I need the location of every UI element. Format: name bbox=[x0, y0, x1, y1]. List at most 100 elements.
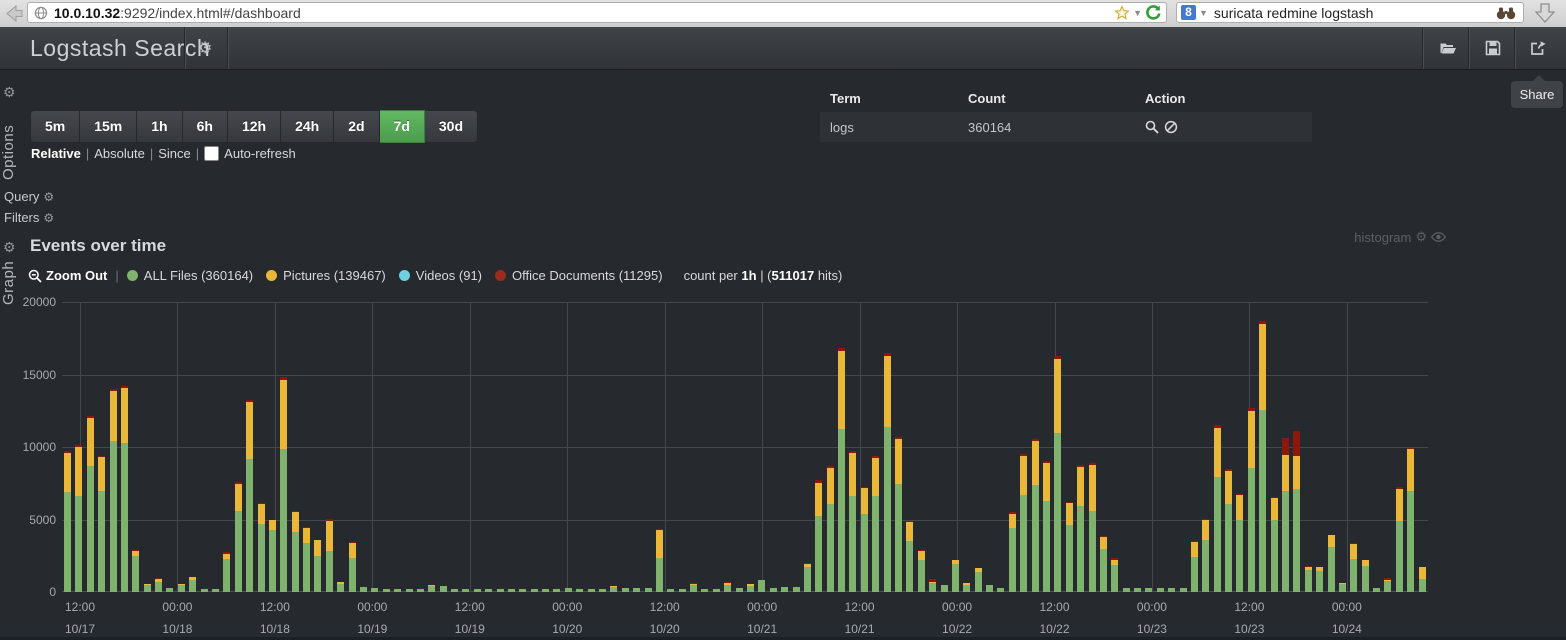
bar-segment-all-files[interactable] bbox=[1282, 491, 1289, 593]
bar-segment-all-files[interactable] bbox=[371, 588, 378, 592]
bar-segment-all-files[interactable] bbox=[1145, 588, 1152, 592]
bar-segment-pictures[interactable] bbox=[246, 402, 253, 459]
bar-segment-office-documents[interactable] bbox=[872, 456, 879, 458]
bar-segment-pictures[interactable] bbox=[1396, 489, 1403, 521]
bar-segment-pictures[interactable] bbox=[1032, 441, 1039, 485]
bar-segment-all-files[interactable] bbox=[1111, 565, 1118, 592]
bar-segment-office-documents[interactable] bbox=[1111, 558, 1118, 559]
bar-segment-pictures[interactable] bbox=[1043, 463, 1050, 501]
browser-back-icon[interactable] bbox=[3, 3, 25, 24]
bar-segment-pictures[interactable] bbox=[804, 564, 811, 567]
bar-segment-all-files[interactable] bbox=[599, 589, 606, 592]
bar-segment-pictures[interactable] bbox=[1316, 567, 1323, 571]
time-range-button-7d[interactable]: 7d bbox=[380, 110, 425, 143]
bar-segment-office-documents[interactable] bbox=[1066, 502, 1073, 503]
bar-segment-all-files[interactable] bbox=[918, 560, 925, 592]
bar-segment-all-files[interactable] bbox=[1202, 540, 1209, 592]
bar-segment-all-files[interactable] bbox=[258, 524, 265, 592]
bar-segment-all-files[interactable] bbox=[314, 556, 321, 592]
legend-item-videos[interactable]: Videos (91) bbox=[399, 268, 482, 283]
bar-segment-all-files[interactable] bbox=[1419, 579, 1426, 592]
bar-segment-office-documents[interactable] bbox=[724, 582, 731, 583]
bar-segment-all-files[interactable] bbox=[713, 589, 720, 592]
bar-segment-all-files[interactable] bbox=[633, 588, 640, 592]
bar-segment-pictures[interactable] bbox=[258, 504, 265, 524]
term-search-icon[interactable] bbox=[1145, 120, 1159, 134]
bar-segment-all-files[interactable] bbox=[1271, 520, 1278, 592]
search-query-text[interactable]: suricata redmine logstash bbox=[1214, 5, 1495, 21]
bar-segment-pictures[interactable] bbox=[1419, 567, 1426, 579]
bar-segment-pictures[interactable] bbox=[1362, 560, 1369, 566]
bar-segment-all-files[interactable] bbox=[235, 511, 242, 592]
bar-segment-all-files[interactable] bbox=[1225, 504, 1232, 592]
bar-segment-all-files[interactable] bbox=[1032, 485, 1039, 592]
bar-segment-all-files[interactable] bbox=[747, 586, 754, 592]
bar-segment-all-files[interactable] bbox=[1362, 566, 1369, 592]
bar-segment-pictures[interactable] bbox=[929, 582, 936, 584]
bar-segment-pictures[interactable] bbox=[690, 584, 697, 586]
bar-segment-all-files[interactable] bbox=[1043, 501, 1050, 592]
bar-segment-all-files[interactable] bbox=[565, 588, 572, 592]
bar-segment-all-files[interactable] bbox=[770, 588, 777, 592]
bar-segment-all-files[interactable] bbox=[724, 585, 731, 592]
bar-segment-all-files[interactable] bbox=[1009, 528, 1016, 592]
bar-segment-all-files[interactable] bbox=[1054, 433, 1061, 593]
bar-segment-office-documents[interactable] bbox=[223, 552, 230, 553]
bar-segment-all-files[interactable] bbox=[64, 492, 71, 592]
bar-segment-all-files[interactable] bbox=[895, 484, 902, 592]
bar-segment-office-documents[interactable] bbox=[884, 353, 891, 356]
bar-segment-office-documents[interactable] bbox=[349, 542, 356, 543]
bar-segment-all-files[interactable] bbox=[941, 585, 948, 592]
bar-segment-all-files[interactable] bbox=[701, 589, 708, 592]
url-bar[interactable]: 10.0.10.32:9292/index.html#/dashboard ▼ bbox=[27, 2, 1167, 23]
bar-segment-office-documents[interactable] bbox=[303, 527, 310, 528]
time-range-button-6h[interactable]: 6h bbox=[183, 110, 228, 143]
bar-segment-office-documents[interactable] bbox=[1282, 438, 1289, 455]
bar-segment-all-files[interactable] bbox=[1214, 477, 1221, 592]
time-range-button-15m[interactable]: 15m bbox=[80, 110, 137, 143]
bar-segment-pictures[interactable] bbox=[1066, 503, 1073, 525]
bar-segment-office-documents[interactable] bbox=[690, 583, 697, 584]
bar-segment-pictures[interactable] bbox=[269, 520, 276, 530]
bar-segment-all-files[interactable] bbox=[1066, 525, 1073, 592]
bar-segment-all-files[interactable] bbox=[223, 559, 230, 592]
bar-segment-office-documents[interactable] bbox=[1225, 469, 1232, 471]
bar-segment-pictures[interactable] bbox=[121, 388, 128, 443]
bar-segment-all-files[interactable] bbox=[428, 586, 435, 592]
bar-segment-pictures[interactable] bbox=[87, 418, 94, 466]
bar-segment-all-files[interactable] bbox=[1316, 571, 1323, 592]
bar-segment-all-files[interactable] bbox=[827, 504, 834, 592]
bar-segment-all-files[interactable] bbox=[406, 589, 413, 592]
search-engine-dropdown-icon[interactable]: ▼ bbox=[1199, 8, 1208, 18]
bar-segment-all-files[interactable] bbox=[110, 441, 117, 592]
bar-segment-all-files[interactable] bbox=[758, 580, 765, 592]
query-gear-icon[interactable]: ⚙ bbox=[43, 190, 54, 204]
bar-segment-all-files[interactable] bbox=[736, 588, 743, 592]
bar-segment-office-documents[interactable] bbox=[98, 456, 105, 457]
bar-segment-pictures[interactable] bbox=[1305, 567, 1312, 570]
bar-segment-pictures[interactable] bbox=[861, 488, 868, 514]
bar-segment-pictures[interactable] bbox=[906, 522, 913, 542]
time-mode-link-absolute[interactable]: Absolute bbox=[94, 146, 145, 161]
bar-segment-pictures[interactable] bbox=[610, 586, 617, 587]
bar-segment-office-documents[interactable] bbox=[1054, 356, 1061, 359]
bar-segment-office-documents[interactable] bbox=[258, 503, 265, 504]
bar-segment-pictures[interactable] bbox=[292, 512, 299, 532]
time-range-button-12h[interactable]: 12h bbox=[228, 110, 281, 143]
bar-segment-all-files[interactable] bbox=[815, 516, 822, 592]
bar-segment-all-files[interactable] bbox=[553, 589, 560, 592]
bar-segment-all-files[interactable] bbox=[1384, 581, 1391, 592]
bar-segment-all-files[interactable] bbox=[87, 466, 94, 592]
bar-segment-pictures[interactable] bbox=[1248, 411, 1255, 468]
bar-segment-all-files[interactable] bbox=[1123, 588, 1130, 592]
bar-segment-office-documents[interactable] bbox=[849, 451, 856, 453]
bar-segment-all-files[interactable] bbox=[1236, 520, 1243, 592]
bar-segment-all-files[interactable] bbox=[1089, 511, 1096, 592]
bar-segment-all-files[interactable] bbox=[963, 585, 970, 592]
bar-segment-all-files[interactable] bbox=[132, 556, 139, 592]
bookmark-star-icon[interactable] bbox=[1114, 5, 1130, 21]
bar-segment-office-documents[interactable] bbox=[1248, 408, 1255, 411]
panel-config-gear-icon[interactable]: ⚙ bbox=[1415, 229, 1427, 245]
bar-segment-all-files[interactable] bbox=[1339, 584, 1346, 592]
bar-segment-all-files[interactable] bbox=[1157, 588, 1164, 592]
